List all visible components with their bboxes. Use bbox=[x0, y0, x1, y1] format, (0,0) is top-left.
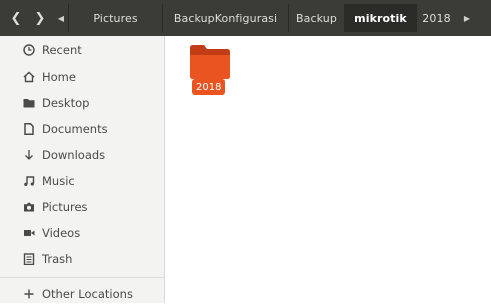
back-button[interactable]: ❮ bbox=[4, 6, 28, 30]
sidebar-item-music[interactable]: Music bbox=[0, 169, 164, 193]
video-icon bbox=[22, 226, 36, 240]
sidebar-item-videos[interactable]: Videos bbox=[0, 221, 164, 245]
download-icon bbox=[22, 148, 36, 162]
trash-icon bbox=[22, 252, 36, 266]
sidebar-item-trash[interactable]: Trash bbox=[0, 247, 164, 271]
document-icon bbox=[22, 122, 36, 136]
breadcrumb-item-backup[interactable]: Backup bbox=[288, 4, 344, 32]
breadcrumb-item-2018[interactable]: 2018 bbox=[416, 4, 456, 32]
file-view: 2018 bbox=[166, 36, 491, 303]
home-icon bbox=[22, 70, 36, 84]
folder-name-label: 2018 bbox=[192, 79, 226, 95]
breadcrumb-item-pictures[interactable]: Pictures bbox=[68, 4, 162, 32]
sidebar-item-recent[interactable]: Recent bbox=[0, 38, 164, 62]
sidebar-item-desktop[interactable]: Desktop bbox=[0, 91, 164, 115]
breadcrumb-item-mikrotik[interactable]: mikrotik bbox=[344, 4, 416, 32]
forward-button[interactable]: ❯ bbox=[28, 6, 52, 30]
arrow-left-icon: ◀ bbox=[57, 13, 65, 23]
chevron-left-icon: ❮ bbox=[10, 10, 22, 26]
sidebar-item-other-locations[interactable]: Other Locations bbox=[0, 282, 164, 306]
breadcrumb-scroll-right-button[interactable]: ▶ bbox=[460, 4, 474, 32]
clock-icon bbox=[22, 43, 36, 57]
header-bar: ❮ ❯ ◀ Pictures BackupKonfigurasi Backup … bbox=[0, 0, 491, 36]
folder-icon bbox=[190, 45, 230, 79]
sidebar-item-home[interactable]: Home bbox=[0, 65, 164, 89]
music-icon bbox=[22, 174, 36, 188]
desktop-folder-icon bbox=[22, 96, 36, 110]
breadcrumb-item-backupkonfigurasi[interactable]: BackupKonfigurasi bbox=[162, 4, 288, 32]
plus-icon bbox=[22, 287, 36, 301]
sidebar-item-downloads[interactable]: Downloads bbox=[0, 143, 164, 167]
sidebar-item-documents[interactable]: Documents bbox=[0, 117, 164, 141]
sidebar-divider bbox=[0, 277, 164, 278]
chevron-right-icon: ❯ bbox=[34, 10, 46, 26]
breadcrumb-scroll-left-button[interactable]: ◀ bbox=[54, 4, 68, 32]
arrow-right-icon: ▶ bbox=[463, 13, 471, 23]
sidebar-item-pictures[interactable]: Pictures bbox=[0, 195, 164, 219]
sidebar: Recent Home Desktop Documents Downloads … bbox=[0, 36, 165, 303]
camera-icon bbox=[22, 200, 36, 214]
